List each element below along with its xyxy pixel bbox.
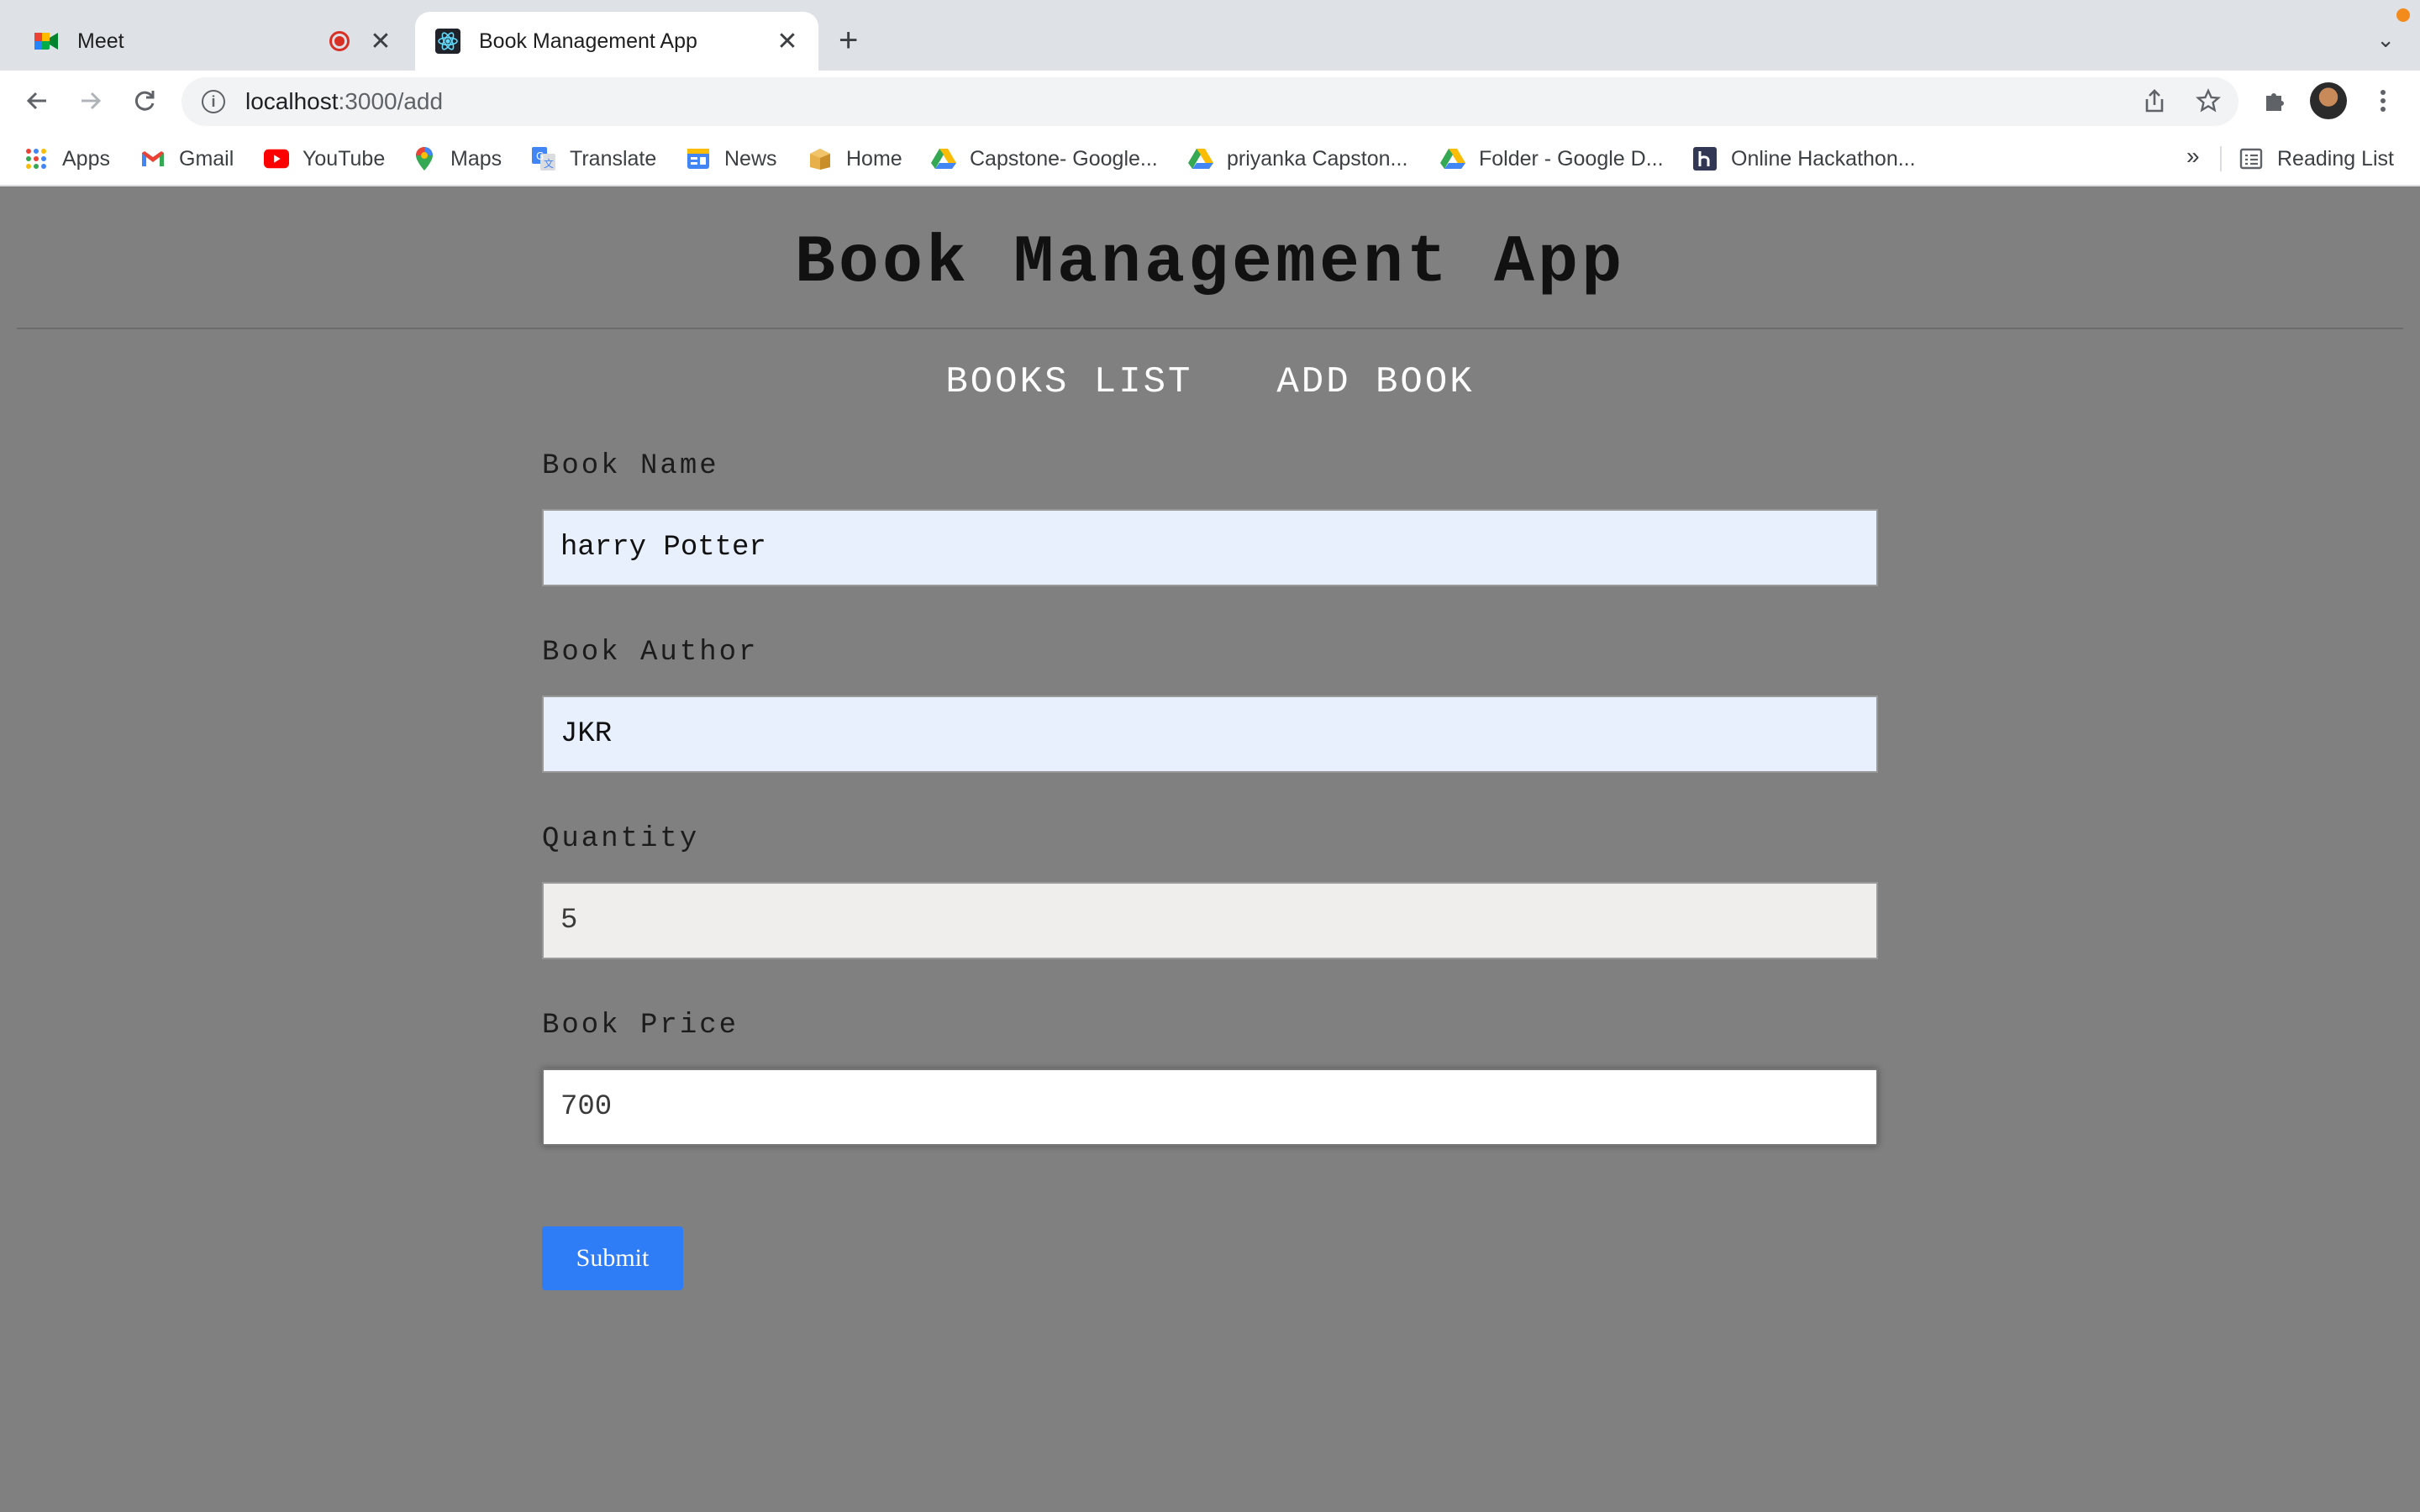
kebab-menu-icon[interactable]	[2365, 82, 2402, 119]
tab-title: Meet	[77, 29, 124, 53]
bookmark-label: News	[724, 146, 777, 171]
google-meet-icon	[34, 29, 59, 54]
book-price-label: Book Price	[542, 1010, 739, 1042]
translate-icon: G文	[531, 146, 556, 171]
svg-text:文: 文	[544, 157, 554, 170]
hackerearth-icon	[1692, 146, 1718, 171]
reading-list-icon	[2238, 146, 2264, 171]
google-drive-icon	[1440, 146, 1465, 171]
quantity-field[interactable]	[542, 882, 1878, 959]
bookmark-label: Translate	[570, 146, 657, 171]
address-bar[interactable]: i localhost:3000/add	[182, 77, 2238, 126]
profile-avatar[interactable]	[2310, 82, 2347, 119]
bookmark-home[interactable]: Home	[808, 131, 902, 186]
tab-strip: Meet ✕ Book Management App ✕ + ⌄	[0, 0, 2420, 71]
quantity-label: Quantity	[542, 823, 700, 855]
bookmark-label: Apps	[62, 146, 110, 171]
bookmark-label: Capstone- Google...	[970, 146, 1158, 171]
bookmark-capstone-google[interactable]: Capstone- Google...	[931, 131, 1158, 186]
tab-book-management-app[interactable]: Book Management App ✕	[415, 12, 818, 71]
notification-dot	[2396, 8, 2410, 22]
bookmark-label: Maps	[450, 146, 502, 171]
bookmark-priyanka-capstone[interactable]: priyanka Capston...	[1188, 131, 1407, 186]
google-drive-icon	[1188, 146, 1213, 171]
bookmark-label: YouTube	[302, 146, 386, 171]
book-name-label: Book Name	[542, 450, 719, 482]
more-bookmarks-chevron[interactable]: »	[2186, 143, 2200, 170]
address-host: localhost	[245, 88, 339, 114]
extensions-puzzle-icon[interactable]	[2256, 82, 2293, 119]
share-icon[interactable]	[2136, 82, 2173, 119]
tab-search-chevron-icon[interactable]: ⌄	[2376, 27, 2395, 53]
bookmark-label: Gmail	[179, 146, 234, 171]
google-drive-icon	[931, 146, 956, 171]
bookmark-translate[interactable]: G文 Translate	[531, 131, 656, 186]
address-path: :3000/add	[338, 88, 444, 114]
book-name-field[interactable]	[542, 509, 1878, 586]
browser-toolbar: i localhost:3000/add	[0, 71, 2420, 131]
svg-text:G: G	[536, 150, 544, 162]
bookmark-star-icon[interactable]	[2190, 82, 2227, 119]
reading-list-button[interactable]: Reading List	[2238, 131, 2394, 186]
nav-books-list-link[interactable]: BOOKS LIST	[945, 361, 1192, 403]
bookmark-label: priyanka Capston...	[1227, 146, 1408, 171]
page-title: Book Management App	[794, 225, 1626, 302]
forward-arrow-icon[interactable]	[71, 81, 111, 121]
news-icon	[686, 146, 711, 171]
recording-indicator-icon	[329, 31, 350, 51]
tab-title: Book Management App	[479, 29, 697, 53]
gmail-icon	[140, 146, 166, 171]
book-author-field[interactable]	[542, 696, 1878, 773]
close-tab-icon[interactable]: ✕	[775, 27, 800, 56]
bookmark-label: Folder - Google D...	[1479, 146, 1664, 171]
bookmark-online-hackathon[interactable]: Online Hackathon...	[1692, 131, 1916, 186]
bookmark-maps[interactable]: Maps	[412, 131, 502, 186]
page-content: Book Management App BOOKS LIST ADD BOOK B…	[0, 186, 2420, 1512]
close-tab-icon[interactable]: ✕	[368, 27, 393, 56]
nav-add-book-link[interactable]: ADD BOOK	[1276, 361, 1474, 403]
home-box-icon	[808, 146, 833, 171]
tab-meet[interactable]: Meet ✕	[0, 12, 412, 71]
main-nav: BOOKS LIST ADD BOOK	[0, 361, 2420, 403]
site-info-icon[interactable]: i	[202, 90, 225, 113]
book-author-label: Book Author	[542, 637, 759, 669]
bookmark-news[interactable]: News	[686, 131, 777, 186]
add-book-form: Book Name Book Author Quantity Book Pric…	[542, 450, 1878, 1290]
bookmark-label: Home	[846, 146, 902, 171]
bookmark-label: Online Hackathon...	[1731, 146, 1916, 171]
react-icon	[435, 29, 460, 54]
bookmarks-bar: Apps Gmail YouTube Maps G文 Translate New…	[0, 131, 2420, 186]
reload-icon[interactable]	[124, 81, 165, 121]
bookmarks-divider	[2220, 146, 2222, 171]
maps-pin-icon	[412, 146, 437, 171]
back-arrow-icon[interactable]	[17, 81, 57, 121]
youtube-icon	[264, 146, 289, 171]
apps-grid-icon	[24, 146, 49, 171]
bookmark-youtube[interactable]: YouTube	[264, 131, 385, 186]
book-price-field[interactable]	[542, 1068, 1878, 1146]
header-divider	[17, 328, 2403, 329]
bookmark-apps[interactable]: Apps	[24, 131, 110, 186]
bookmark-folder-google-drive[interactable]: Folder - Google D...	[1440, 131, 1664, 186]
bookmark-gmail[interactable]: Gmail	[140, 131, 234, 186]
new-tab-button[interactable]: +	[839, 22, 858, 59]
submit-button[interactable]: Submit	[542, 1226, 683, 1290]
reading-list-label: Reading List	[2277, 146, 2394, 171]
